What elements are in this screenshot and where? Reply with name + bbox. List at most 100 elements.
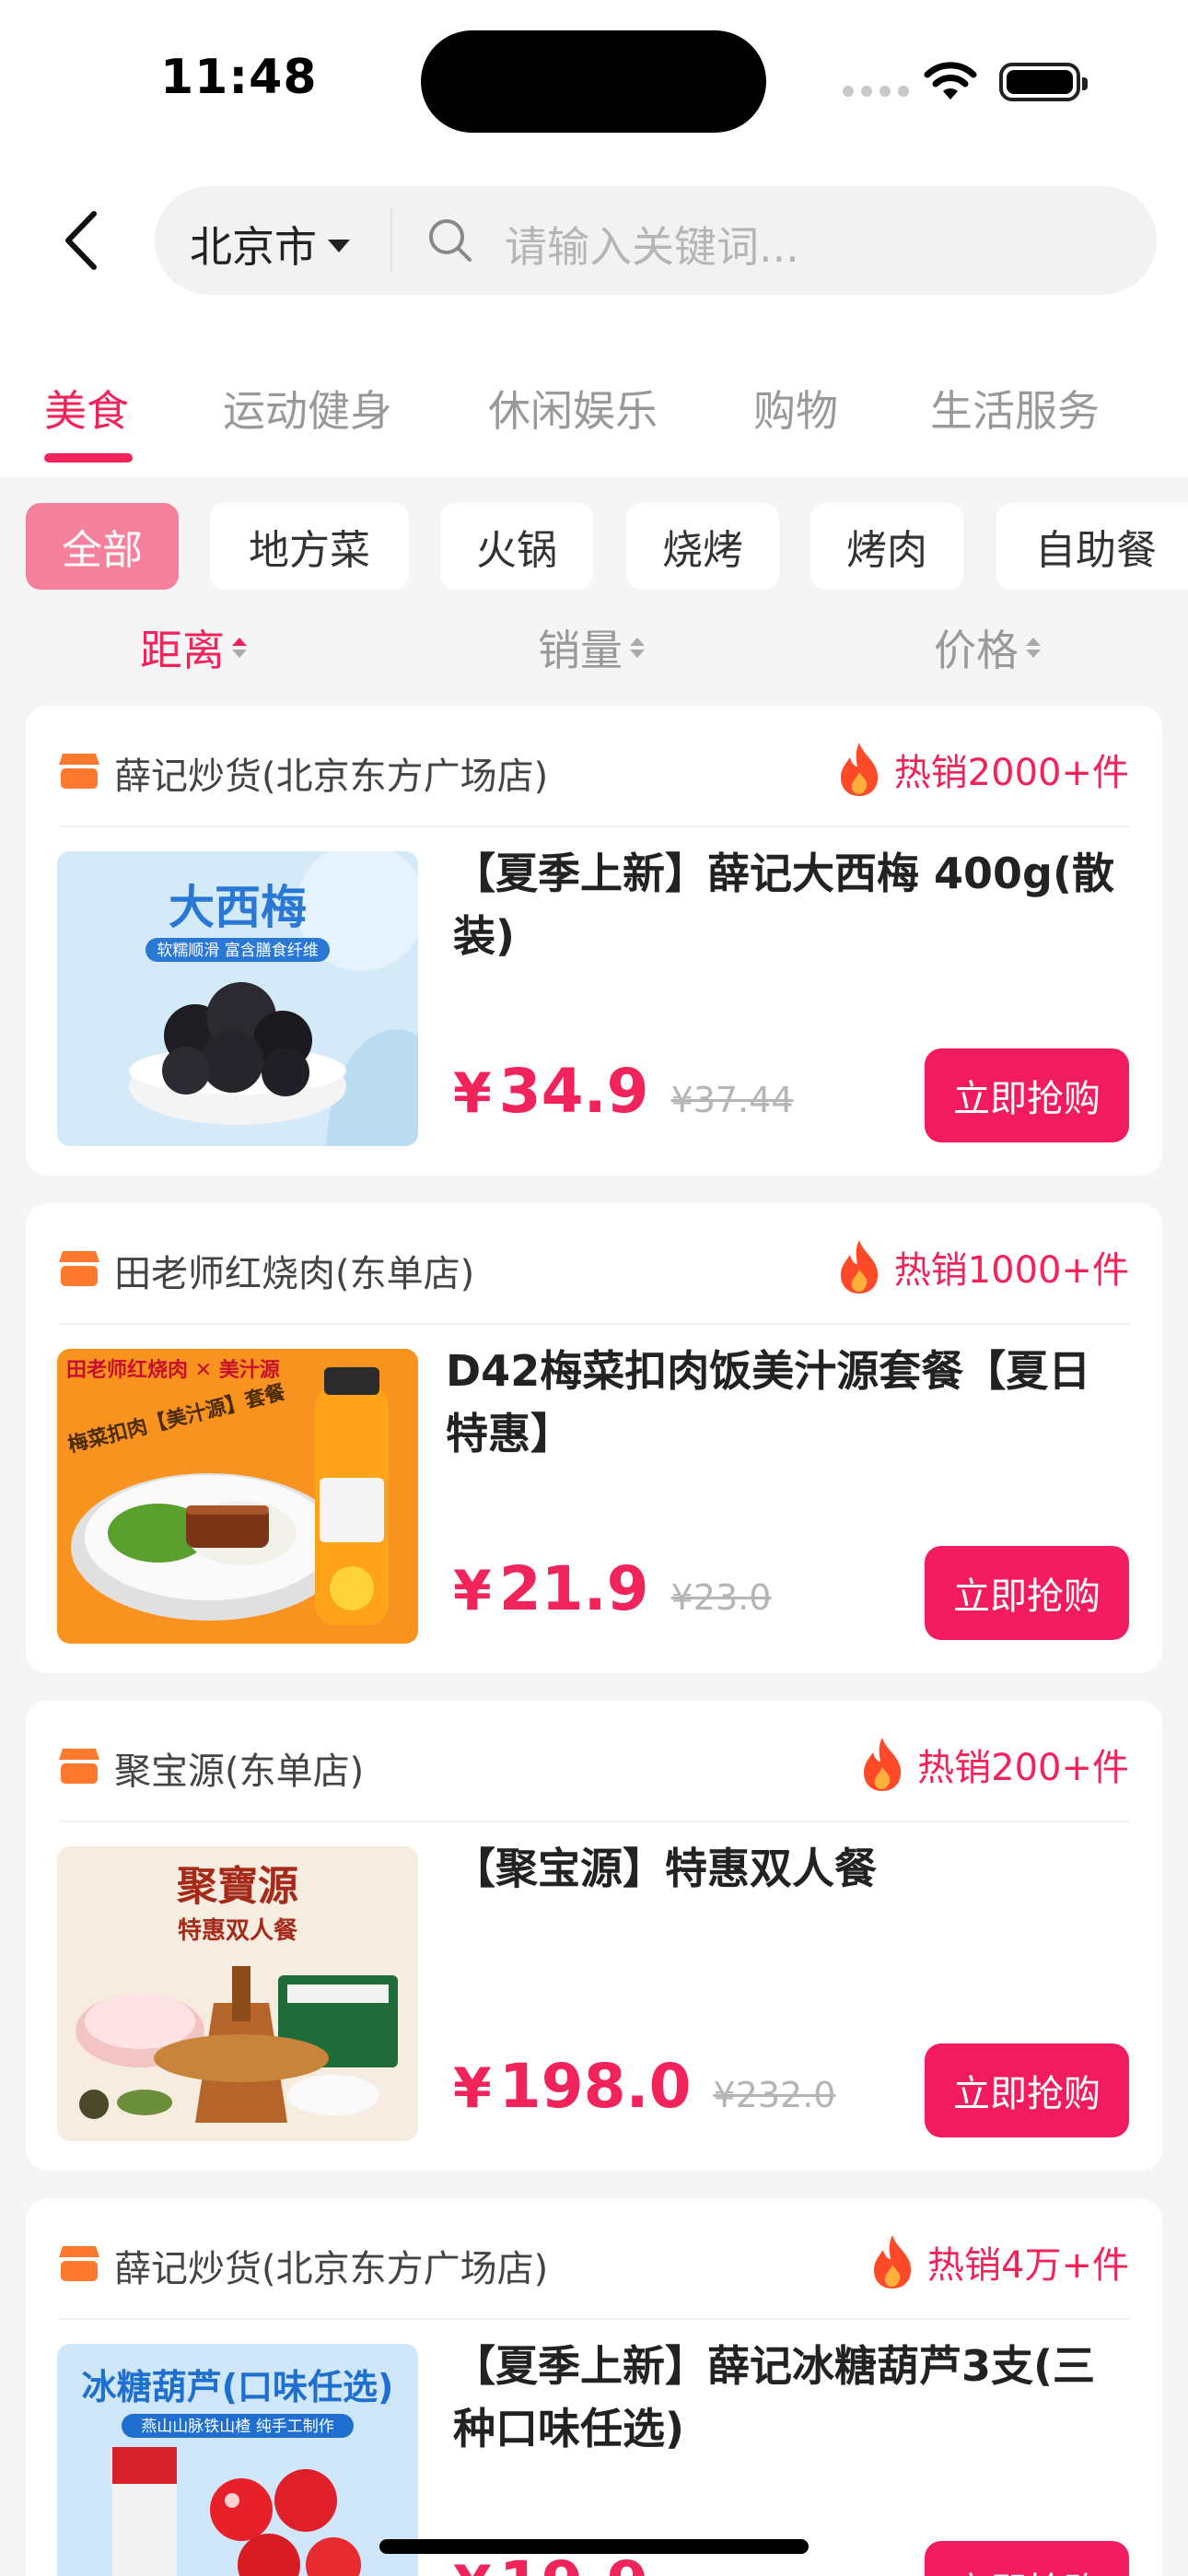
store-icon (59, 2246, 99, 2281)
product-image[interactable]: 大西梅 软糯顺滑 富含膳食纤维 (57, 851, 418, 1146)
tab-shopping[interactable]: 购物 (753, 378, 838, 439)
tab-fitness[interactable]: 运动健身 (223, 378, 392, 439)
sort-arrows-icon (630, 638, 645, 658)
search-bar[interactable]: 北京市 请输入关键词... (155, 186, 1157, 295)
hot-sales-badge: 热销2000+件 (835, 741, 1129, 798)
fire-icon (874, 2235, 912, 2289)
city-label: 北京市 (190, 222, 317, 272)
hot-sales-badge: 热销4万+件 (868, 2233, 1129, 2290)
deal-card[interactable]: 薛记炒货(北京东方广场店) 热销2000+件 大西梅 软糯顺滑 富含膳食纤维 【… (26, 706, 1162, 1176)
hot-sales-badge: 热销1000+件 (835, 1238, 1129, 1295)
category-tabs: 美食 运动健身 休闲娱乐 购物 生活服务 (0, 378, 1188, 477)
divider (59, 825, 1129, 827)
chip-buffet[interactable]: 自助餐 (996, 503, 1188, 590)
back-arrow-icon[interactable] (57, 208, 103, 273)
product-image[interactable]: 田老师红烧肉 ✕ 美汁源 梅菜扣肉【美汁源】套餐 (57, 1349, 418, 1644)
product-image-art: 大西梅 软糯顺滑 富含膳食纤维 (57, 851, 418, 1146)
deal-card[interactable]: 聚宝源(东单店) 热销200+件 聚寶源 特惠双人餐 【聚宝源】特惠双人餐 ¥ … (26, 1701, 1162, 2171)
divider (59, 2318, 1129, 2320)
store-name: 薛记炒货(北京东方广场店) (114, 755, 549, 798)
deal-title[interactable]: 【夏季上新】薛记大西梅 400g(散装) (453, 842, 1135, 967)
chip-grill[interactable]: 烤肉 (810, 503, 963, 590)
price-value: 34.9 (498, 1056, 649, 1127)
currency-symbol: ¥ (453, 1061, 492, 1126)
price-value: 21.9 (498, 1553, 649, 1624)
image-title: 聚寶源 (176, 1863, 298, 1910)
currency-symbol: ¥ (453, 2056, 492, 2121)
search-icon (429, 219, 472, 262)
store-icon (59, 1749, 99, 1784)
tab-life-services[interactable]: 生活服务 (930, 378, 1100, 439)
tab-leisure[interactable]: 休闲娱乐 (488, 378, 658, 439)
sort-label: 距离 (140, 626, 225, 675)
hot-sales-text: 热销2000+件 (893, 752, 1129, 794)
original-price: ¥232.0 (713, 2075, 836, 2115)
deal-price: ¥ 34.9 ¥37.44 (453, 1056, 794, 1127)
product-image-art: 田老师红烧肉 ✕ 美汁源 梅菜扣肉【美汁源】套餐 (57, 1349, 418, 1644)
chip-bbq[interactable]: 烧烤 (626, 503, 779, 590)
tab-underline (44, 453, 133, 463)
deal-price: ¥ 198.0 ¥232.0 (453, 2051, 835, 2122)
divider (390, 208, 392, 273)
sort-sales[interactable]: 销量 (538, 617, 645, 678)
store-name: 田老师红烧肉(东单店) (114, 1253, 475, 1295)
home-indicator[interactable] (379, 2539, 809, 2554)
search-input[interactable]: 请输入关键词... (505, 214, 799, 275)
sort-label: 销量 (538, 626, 623, 675)
buy-now-button[interactable]: 立即抢购 (925, 1546, 1129, 1640)
sort-price[interactable]: 价格 (934, 617, 1041, 678)
dynamic-island (421, 30, 766, 133)
hot-sales-text: 热销200+件 (917, 1747, 1129, 1789)
sort-arrows-icon (232, 638, 247, 658)
caret-down-icon (328, 240, 350, 252)
divider (59, 1821, 1129, 1822)
battery-icon (999, 63, 1088, 101)
signal-icon (843, 86, 909, 97)
hot-sales-badge: 热销200+件 (858, 1736, 1129, 1793)
buy-now-button[interactable]: 立即抢购 (925, 1048, 1129, 1142)
currency-symbol: ¥ (453, 1559, 492, 1623)
currency-symbol: ¥ (453, 2554, 492, 2576)
fire-icon (840, 1240, 878, 1294)
divider (59, 1323, 1129, 1325)
chip-all[interactable]: 全部 (26, 503, 179, 590)
image-subtitle: 软糯顺滑 富含膳食纤维 (157, 942, 318, 960)
deal-title[interactable]: D42梅菜扣肉饭美汁源套餐【夏日特惠】 (446, 1340, 1127, 1465)
tab-food[interactable]: 美食 (44, 378, 129, 439)
sort-arrows-icon (1026, 638, 1041, 658)
original-price: ¥37.44 (670, 1080, 794, 1120)
store-name: 薛记炒货(北京东方广场店) (114, 2248, 549, 2290)
image-title: 田老师红烧肉 ✕ 美汁源 (66, 1358, 280, 1382)
deal-card[interactable]: 薛记炒货(北京东方广场店) 热销4万+件 冰糖葫芦(口味任选) 燕山山脉铁山楂 … (26, 2198, 1162, 2576)
deal-card[interactable]: 田老师红烧肉(东单店) 热销1000+件 田老师红烧肉 ✕ 美汁源 梅菜扣肉【美… (26, 1203, 1162, 1673)
chip-hotpot[interactable]: 火锅 (440, 503, 593, 590)
deal-price: ¥ 21.9 ¥23.0 (453, 1553, 771, 1624)
hot-sales-text: 热销1000+件 (893, 1249, 1129, 1292)
status-time: 11:48 (160, 50, 318, 105)
deal-title[interactable]: 【聚宝源】特惠双人餐 (453, 1837, 1135, 1900)
original-price: ¥23.0 (670, 1577, 772, 1618)
product-image[interactable]: 聚寶源 特惠双人餐 (57, 1846, 418, 2141)
image-subtitle: 燕山山脉铁山楂 纯手工制作 (141, 2418, 333, 2436)
deal-title[interactable]: 【夏季上新】薛记冰糖葫芦3支(三种口味任选) (453, 2335, 1135, 2460)
header-area: 11:48 北京市 请输入关键词... 美食 运动健身 休闲娱乐 购物 生活服务 (0, 0, 1188, 477)
store-icon (59, 1251, 99, 1286)
hot-sales-text: 热销4万+件 (927, 2244, 1129, 2287)
fire-icon (840, 743, 878, 796)
product-image-art: 冰糖葫芦(口味任选) 燕山山脉铁山楂 纯手工制作 (57, 2344, 418, 2576)
price-value: 198.0 (498, 2051, 692, 2122)
city-selector[interactable]: 北京市 (190, 214, 350, 275)
image-title: 冰糖葫芦(口味任选) (82, 2367, 394, 2407)
store-name: 聚宝源(东单店) (114, 1751, 365, 1793)
sort-label: 价格 (934, 626, 1019, 675)
buy-now-button[interactable]: 立即抢购 (925, 2541, 1129, 2576)
image-title: 大西梅 (169, 881, 307, 934)
wifi-icon (924, 62, 977, 100)
chip-local-cuisine[interactable]: 地方菜 (210, 503, 409, 590)
buy-now-button[interactable]: 立即抢购 (925, 2043, 1129, 2137)
sort-distance[interactable]: 距离 (140, 617, 247, 678)
product-image-art: 聚寶源 特惠双人餐 (57, 1846, 418, 2141)
fire-icon (864, 1738, 902, 1791)
store-icon (59, 754, 99, 789)
product-image[interactable]: 冰糖葫芦(口味任选) 燕山山脉铁山楂 纯手工制作 (57, 2344, 418, 2576)
